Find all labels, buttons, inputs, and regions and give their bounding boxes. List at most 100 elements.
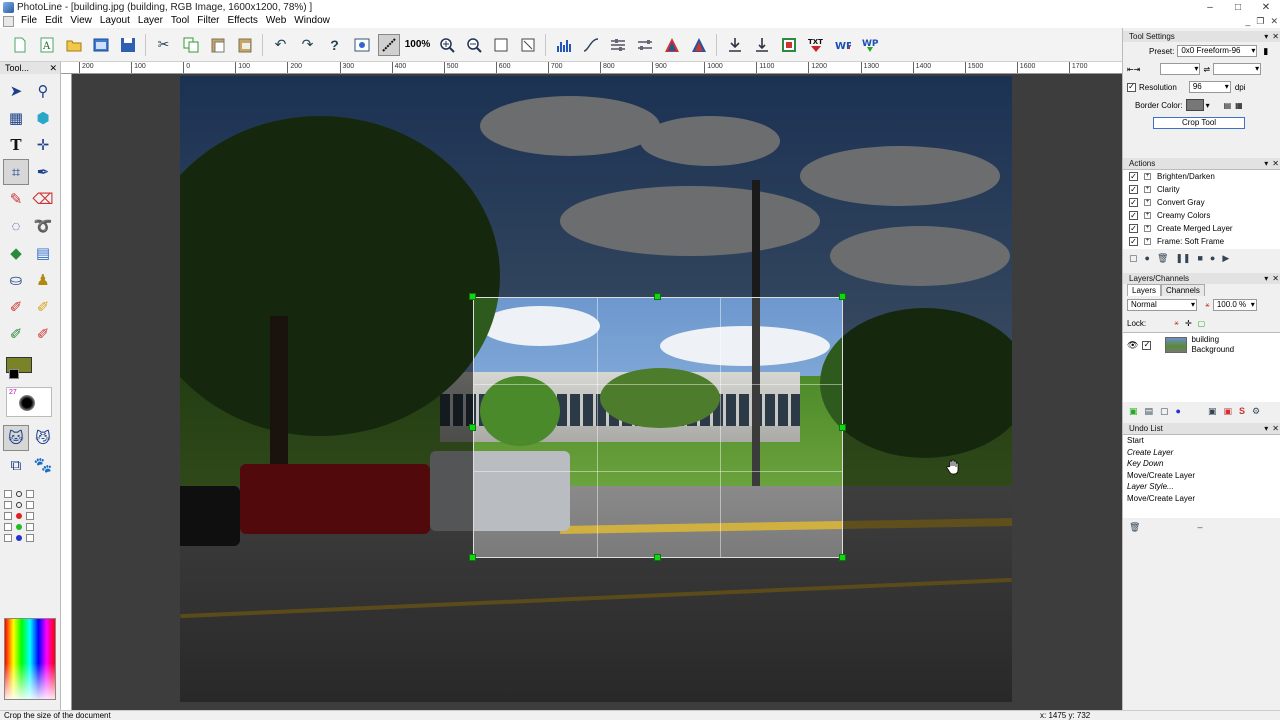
undo-item[interactable]: Move/Create Layer bbox=[1123, 470, 1280, 482]
crop-handle-bottom[interactable] bbox=[654, 554, 661, 561]
play-icon[interactable]: ▶ bbox=[1222, 253, 1229, 264]
layer-duplicate-icon[interactable]: ▣ bbox=[1224, 406, 1233, 417]
pen-tool-icon[interactable]: ✒ bbox=[30, 159, 56, 185]
action-checkbox[interactable]: ✓ bbox=[1129, 237, 1138, 246]
blend-mode-select[interactable]: Normal bbox=[1127, 299, 1197, 311]
tab-layers[interactable]: Layers bbox=[1127, 284, 1162, 296]
channel-toggle[interactable] bbox=[4, 511, 12, 520]
lasso-tool-icon[interactable]: ◌ bbox=[3, 213, 29, 239]
panel-close-icon[interactable]: ✕ bbox=[1272, 31, 1279, 42]
actual-size-icon[interactable] bbox=[490, 34, 512, 56]
layer-mask-icon[interactable]: ▢ bbox=[1160, 406, 1169, 417]
swap-icon[interactable]: ⇌ bbox=[1203, 65, 1210, 74]
action-item[interactable]: ✓ + Frame: Soft Frame bbox=[1123, 235, 1280, 248]
mask-view-icon[interactable]: ⧉ bbox=[3, 452, 29, 478]
channel-toggle[interactable] bbox=[26, 522, 34, 531]
zoom-in-icon[interactable] bbox=[436, 34, 458, 56]
crop-tool-icon[interactable]: ⌗ bbox=[3, 159, 29, 185]
menu-layout[interactable]: Layout bbox=[96, 14, 134, 28]
undo-item[interactable]: Create Layer bbox=[1123, 447, 1280, 459]
undo-item[interactable]: Layer Style... bbox=[1123, 481, 1280, 493]
fit-size-icon[interactable] bbox=[517, 34, 539, 56]
histogram-icon[interactable] bbox=[553, 34, 575, 56]
minimize-button[interactable]: – bbox=[1196, 0, 1224, 14]
mask-invert-icon[interactable]: 😼 bbox=[30, 425, 56, 451]
resolution-field[interactable]: 96 bbox=[1188, 81, 1231, 93]
crop-handle-top-right[interactable] bbox=[839, 293, 846, 300]
border-color-swatch[interactable] bbox=[1185, 99, 1204, 111]
import-icon[interactable] bbox=[724, 34, 746, 56]
doc-close-button[interactable]: ✕ bbox=[1270, 14, 1278, 28]
channel-toggle[interactable] bbox=[4, 489, 12, 498]
panel-close-icon[interactable]: ✕ bbox=[1272, 158, 1279, 169]
undo-item[interactable]: Key Down bbox=[1123, 458, 1280, 470]
paste-new-icon[interactable] bbox=[234, 34, 256, 56]
menu-filter[interactable]: Filter bbox=[193, 14, 223, 28]
doc-minimize-button[interactable]: _ bbox=[1245, 14, 1250, 28]
cut-icon[interactable]: ✂ bbox=[153, 34, 175, 56]
sharpen-icon[interactable] bbox=[661, 34, 683, 56]
align-left-icon[interactable]: ▤ bbox=[1224, 101, 1232, 110]
zoom-tool-icon[interactable]: ⚲ bbox=[30, 78, 56, 104]
color-swatches[interactable] bbox=[6, 357, 56, 383]
crop-frame[interactable] bbox=[473, 297, 843, 558]
preset-side-icon[interactable]: ▮ bbox=[1263, 46, 1268, 57]
record-dot-icon[interactable]: ● bbox=[1210, 253, 1215, 264]
zoom-100-button[interactable]: 100% bbox=[405, 34, 431, 56]
menu-edit[interactable]: Edit bbox=[41, 14, 66, 28]
layer-style-icon[interactable]: S bbox=[1239, 406, 1245, 417]
delete-action-icon[interactable]: 🗑 bbox=[1157, 253, 1168, 264]
color-balance-icon[interactable] bbox=[607, 34, 629, 56]
text-document-icon[interactable]: A bbox=[36, 34, 58, 56]
channel-toggle[interactable] bbox=[26, 500, 34, 509]
stop-icon[interactable]: ■ bbox=[1197, 253, 1202, 264]
panel-close-icon[interactable]: ✕ bbox=[1272, 423, 1279, 434]
layer-info-icon[interactable]: ● bbox=[1176, 406, 1181, 417]
action-checkbox[interactable]: ✓ bbox=[1129, 198, 1138, 207]
panel-menu-icon[interactable]: ▾ bbox=[1264, 423, 1268, 434]
brush-preview[interactable]: 27 bbox=[6, 387, 52, 417]
opacity-field[interactable]: 100.0 % bbox=[1212, 299, 1257, 311]
action-item[interactable]: ✓ + Brighten/Darken bbox=[1123, 170, 1280, 183]
preset-select[interactable]: 0x0 Freeform-96 bbox=[1177, 45, 1258, 57]
menu-view[interactable]: View bbox=[66, 14, 96, 28]
crop-handle-bottom-left[interactable] bbox=[469, 554, 476, 561]
save-icon[interactable] bbox=[117, 34, 139, 56]
eraser-tool-icon[interactable]: ⌫ bbox=[30, 186, 56, 212]
move-tool-icon[interactable]: ✛ bbox=[30, 132, 56, 158]
mask-mode-icon[interactable]: 🐱 bbox=[3, 425, 29, 451]
action-checkbox[interactable]: ✓ bbox=[1129, 211, 1138, 220]
layer-row[interactable]: 👁 ✓ building Background bbox=[1123, 333, 1280, 357]
menu-effects[interactable]: Effects bbox=[224, 14, 262, 28]
action-item[interactable]: ✓ + Create Merged Layer bbox=[1123, 222, 1280, 235]
red-eye-tool-icon[interactable]: ✐ bbox=[30, 321, 56, 347]
tab-channels[interactable]: Channels bbox=[1161, 284, 1205, 296]
paste-icon[interactable] bbox=[207, 34, 229, 56]
menu-web[interactable]: Web bbox=[262, 14, 290, 28]
height-field[interactable] bbox=[1213, 63, 1262, 75]
menu-layer[interactable]: Layer bbox=[134, 14, 167, 28]
panel-close-icon[interactable]: ✕ bbox=[1272, 273, 1279, 284]
image-canvas[interactable] bbox=[72, 74, 1122, 710]
web-export-icon[interactable] bbox=[778, 34, 800, 56]
channel-toggle[interactable] bbox=[4, 522, 12, 531]
panel-menu-icon[interactable]: ▾ bbox=[1264, 158, 1268, 169]
sharpen-more-icon[interactable] bbox=[688, 34, 710, 56]
text-tool-icon[interactable]: T bbox=[3, 132, 29, 158]
new-action-icon[interactable]: ▢ bbox=[1129, 253, 1138, 264]
action-item[interactable]: ✓ + Creamy Colors bbox=[1123, 209, 1280, 222]
layer-checkbox[interactable]: ✓ bbox=[1142, 340, 1152, 350]
action-item[interactable]: ✓ + Convert Gray bbox=[1123, 196, 1280, 209]
expand-icon[interactable]: + bbox=[1144, 238, 1151, 245]
crop-handle-top-left[interactable] bbox=[469, 293, 476, 300]
layer-settings-icon[interactable]: ⚙ bbox=[1252, 406, 1260, 417]
lock-position-icon[interactable]: ✛ bbox=[1185, 319, 1192, 328]
gradient-tool-icon[interactable]: ▤ bbox=[30, 240, 56, 266]
record-icon[interactable]: ● bbox=[1145, 253, 1150, 264]
expand-icon[interactable]: + bbox=[1144, 199, 1151, 206]
stamp-tool-icon[interactable]: ♟ bbox=[30, 267, 56, 293]
channel-toggle[interactable] bbox=[4, 533, 12, 542]
heal-tool-icon[interactable]: ✐ bbox=[3, 321, 29, 347]
expand-icon[interactable]: + bbox=[1144, 225, 1151, 232]
action-checkbox[interactable]: ✓ bbox=[1129, 224, 1138, 233]
